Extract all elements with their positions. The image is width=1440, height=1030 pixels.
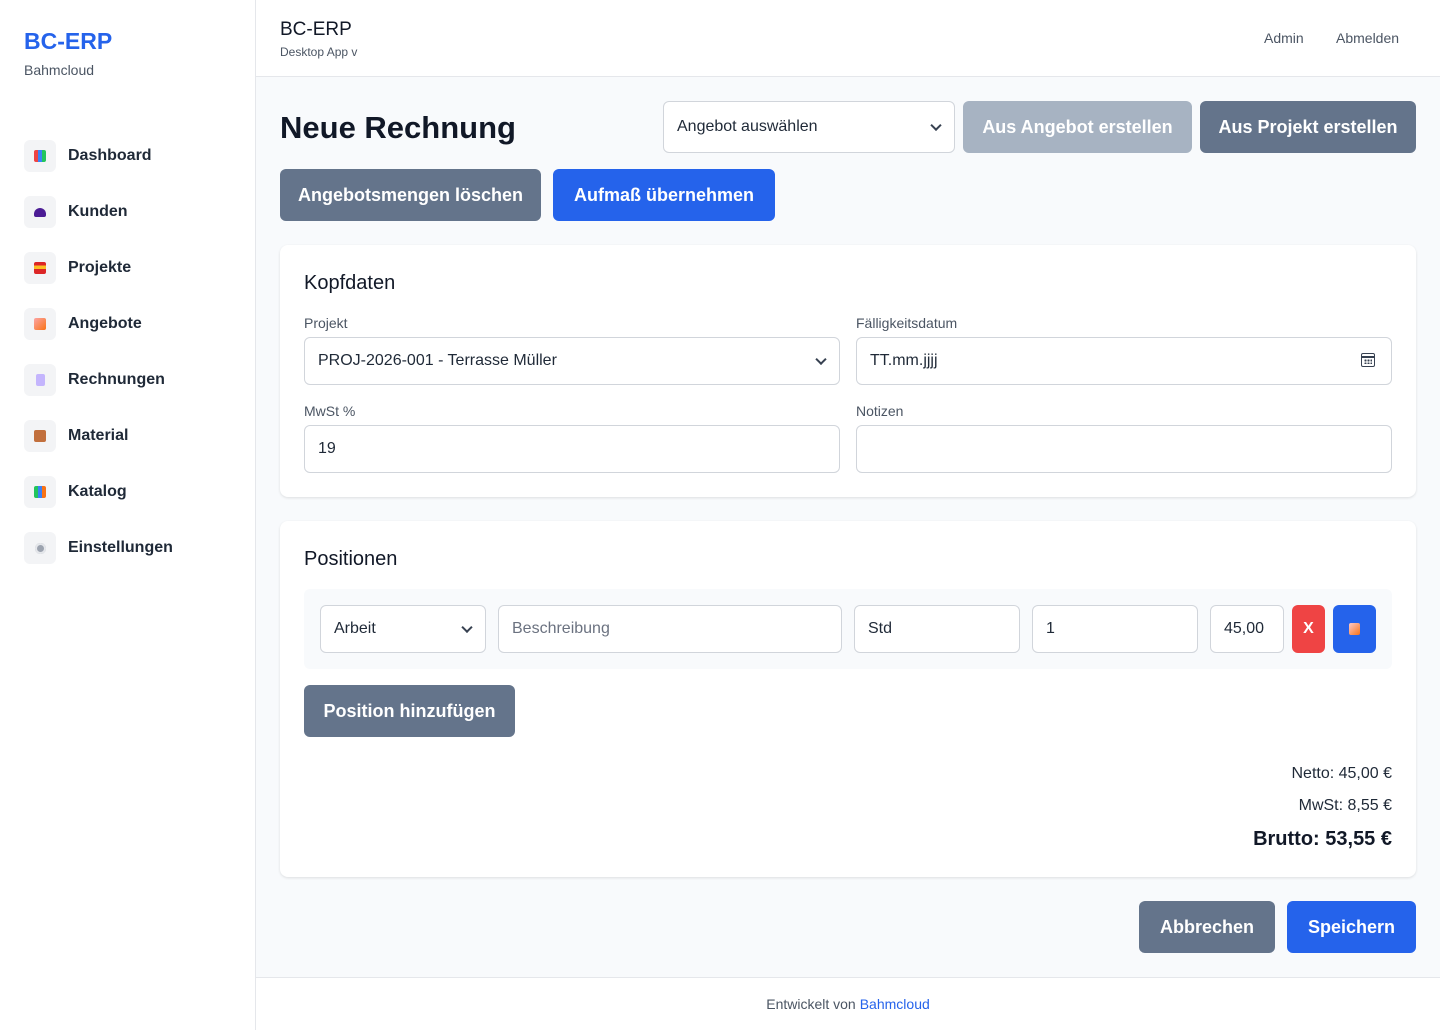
price-value: 45,00 — [1224, 620, 1265, 637]
sidebar-item-label: Projekte — [68, 259, 132, 276]
due-date-field[interactable]: TT.mm.jjjj — [856, 337, 1392, 385]
cancel-button[interactable]: Abbrechen — [1139, 901, 1275, 953]
chevron-down-icon — [930, 119, 942, 132]
save-button[interactable]: Speichern — [1287, 901, 1416, 953]
description-field[interactable]: Beschreibung — [498, 605, 842, 653]
gear-icon — [24, 532, 56, 564]
unit-field[interactable]: Std — [854, 605, 1020, 653]
card-title: Positionen — [304, 548, 398, 570]
offer-select-value: Angebot auswählen — [677, 118, 818, 135]
app-title: BC-ERP — [280, 19, 352, 40]
brand-subtitle: Bahmcloud — [24, 62, 95, 78]
position-type-value: Arbeit — [334, 620, 376, 637]
footer: Entwickelt von Bahmcloud — [256, 977, 1440, 1030]
due-date-value: TT.mm.jjjj — [870, 352, 938, 369]
position-row: Arbeit Beschreibung Std 1 45,00 X — [304, 589, 1392, 669]
sidebar-item-label: Einstellungen — [68, 539, 173, 556]
vat-label: MwSt % — [304, 403, 356, 419]
unit-value: Std — [868, 620, 893, 637]
footer-link[interactable]: Bahmcloud — [860, 996, 930, 1012]
description-placeholder: Beschreibung — [512, 620, 610, 637]
sidebar-item-projekte[interactable]: Projekte — [24, 249, 232, 287]
card-title: Kopfdaten — [304, 272, 396, 294]
create-from-offer-button[interactable]: Aus Angebot erstellen — [963, 101, 1192, 153]
sidebar-item-angebote[interactable]: Angebote — [24, 305, 232, 343]
sidebar-item-label: Kunden — [68, 203, 128, 220]
package-icon — [24, 420, 56, 452]
chevron-down-icon — [815, 353, 827, 366]
sidebar-item-rechnungen[interactable]: Rechnungen — [24, 361, 232, 399]
sidebar-item-label: Katalog — [68, 483, 127, 500]
admin-link[interactable]: Admin — [1264, 30, 1304, 46]
notes-label: Notizen — [856, 403, 904, 419]
project-select[interactable]: PROJ-2026-001 - Terrasse Müller — [304, 337, 840, 385]
memo-icon — [24, 308, 56, 340]
memo-icon — [1349, 623, 1360, 635]
app-version: Desktop App v — [280, 45, 358, 59]
chevron-down-icon — [461, 621, 473, 634]
calendar-icon[interactable] — [1361, 353, 1375, 367]
books-icon — [24, 476, 56, 508]
users-icon — [24, 196, 56, 228]
main-content: Neue Rechnung Angebot auswählen Aus Ange… — [256, 77, 1440, 977]
brand-logo[interactable]: BC-ERP — [24, 28, 112, 55]
receipt-icon — [24, 364, 56, 396]
sidebar-item-label: Material — [68, 427, 129, 444]
construction-icon — [24, 252, 56, 284]
apply-measurement-button[interactable]: Aufmaß übernehmen — [553, 169, 775, 221]
sidebar: BC-ERP Bahmcloud Dashboard Kunden Projek… — [0, 0, 256, 1030]
sidebar-item-kunden[interactable]: Kunden — [24, 193, 232, 231]
chart-icon — [24, 140, 56, 172]
sidebar-item-label: Angebote — [68, 315, 142, 332]
page-title: Neue Rechnung — [280, 110, 516, 145]
sidebar-item-einstellungen[interactable]: Einstellungen — [24, 529, 232, 567]
add-position-button[interactable]: Position hinzufügen — [304, 685, 515, 737]
net-total: Netto: 45,00 € — [1291, 765, 1392, 782]
price-field[interactable]: 45,00 — [1210, 605, 1284, 653]
positions-card: Positionen Arbeit Beschreibung Std 1 45,… — [280, 521, 1416, 877]
position-detail-button[interactable] — [1333, 605, 1376, 653]
sidebar-item-label: Dashboard — [68, 147, 152, 164]
gross-total: Brutto: 53,55 € — [1253, 828, 1392, 850]
sidebar-nav: Dashboard Kunden Projekte Angebote Rechn… — [24, 137, 232, 585]
footer-text: Entwickelt von — [766, 996, 856, 1012]
vat-value: 19 — [318, 440, 336, 457]
header-data-card: Kopfdaten Projekt PROJ-2026-001 - Terras… — [280, 245, 1416, 497]
quantity-value: 1 — [1046, 620, 1055, 637]
offer-select[interactable]: Angebot auswählen — [663, 101, 955, 153]
sidebar-item-katalog[interactable]: Katalog — [24, 473, 232, 511]
project-select-value: PROJ-2026-001 - Terrasse Müller — [318, 352, 557, 369]
sidebar-item-material[interactable]: Material — [24, 417, 232, 455]
quantity-field[interactable]: 1 — [1032, 605, 1198, 653]
clear-offer-quantities-button[interactable]: Angebotsmengen löschen — [280, 169, 541, 221]
create-from-project-button[interactable]: Aus Projekt erstellen — [1200, 101, 1416, 153]
vat-total: MwSt: 8,55 € — [1298, 797, 1392, 814]
due-date-label: Fälligkeitsdatum — [856, 315, 958, 331]
logout-link[interactable]: Abmelden — [1336, 30, 1399, 46]
vat-field[interactable]: 19 — [304, 425, 840, 473]
notes-field[interactable] — [856, 425, 1392, 473]
sidebar-item-label: Rechnungen — [68, 371, 165, 388]
top-bar: BC-ERP Desktop App v Admin Abmelden — [256, 0, 1440, 77]
position-type-select[interactable]: Arbeit — [320, 605, 486, 653]
project-label: Projekt — [304, 315, 348, 331]
delete-position-button[interactable]: X — [1292, 605, 1325, 653]
sidebar-item-dashboard[interactable]: Dashboard — [24, 137, 232, 175]
